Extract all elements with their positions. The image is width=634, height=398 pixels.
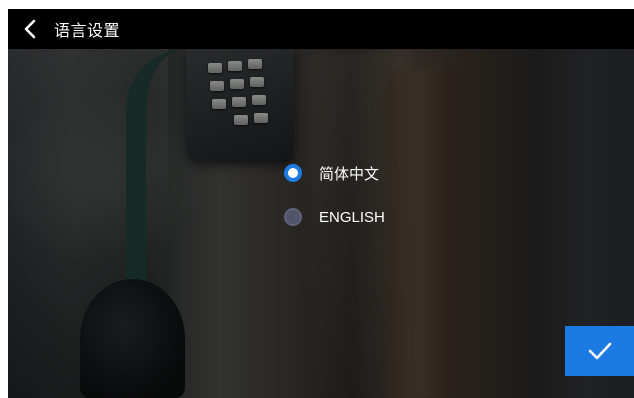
language-options: 简体中文 ENGLISH — [284, 161, 385, 249]
chevron-left-icon — [24, 19, 36, 39]
language-option-label: ENGLISH — [319, 208, 385, 226]
checkmark-icon — [588, 342, 611, 360]
language-option-chinese[interactable]: 简体中文 — [284, 161, 385, 185]
back-button[interactable] — [12, 9, 48, 49]
radio-unselected-icon[interactable] — [284, 208, 302, 226]
language-settings-screen: 语言设置 简体中文 ENGLISH — [8, 9, 634, 398]
title-bar: 语言设置 — [8, 9, 634, 49]
radio-selected-icon[interactable] — [284, 164, 302, 182]
confirm-button[interactable] — [565, 326, 634, 376]
language-option-english[interactable]: ENGLISH — [284, 205, 385, 229]
language-option-label: 简体中文 — [319, 165, 380, 183]
page-title: 语言设置 — [54, 21, 121, 40]
